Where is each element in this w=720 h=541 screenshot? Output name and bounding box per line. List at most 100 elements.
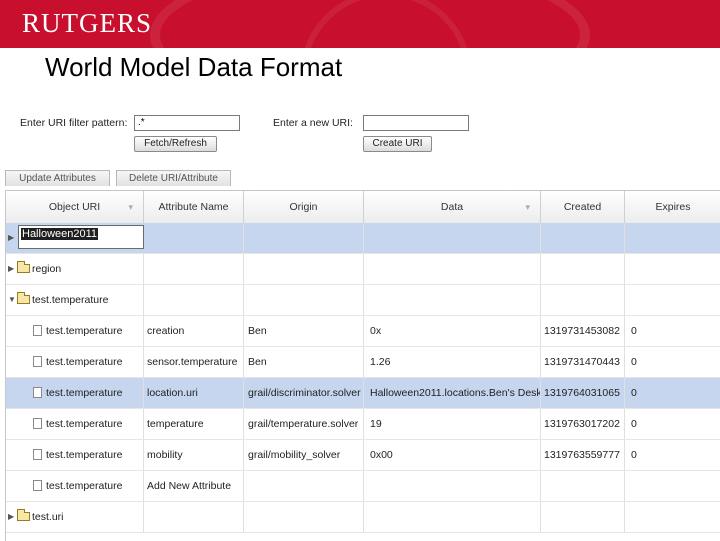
attribute-cell [144,223,244,253]
expires-cell: 0 [631,325,637,337]
attribute-cell: mobility [144,440,244,470]
column-header-origin[interactable]: Origin [244,191,364,223]
origin-cell: grail/discriminator.solver [244,378,364,408]
attribute-cell [144,254,244,284]
uri-edit-input[interactable]: Halloween2011 [18,225,144,249]
created-cell [541,502,625,532]
attribute-cell [144,285,244,315]
tab-bar: Update Attributes Delete URI/Attribute [0,168,720,188]
table-row[interactable]: test.temperature mobility grail/mobility… [6,440,720,471]
origin-cell [244,502,364,532]
origin-cell [244,254,364,284]
uri-cell: test.temperature [46,347,144,377]
attribute-cell: temperature [144,409,244,439]
uri-cell: test.temperature [46,378,144,408]
created-cell [541,223,625,253]
collapse-arrow-icon[interactable]: ▼ [8,285,16,315]
document-icon [33,449,42,460]
document-icon [33,387,42,398]
attribute-cell [144,502,244,532]
created-cell: 1319763559777 [541,440,625,470]
data-cell [364,502,541,532]
column-header-object-uri[interactable]: Object URI ▾ [6,191,144,223]
document-icon [33,418,42,429]
origin-cell [244,223,364,253]
created-cell [541,471,625,501]
expires-cell: 0 [631,387,637,399]
created-cell: 1319731470443 [541,347,625,377]
expand-arrow-icon[interactable]: ▶ [8,254,14,284]
table-row[interactable]: test.temperature temperature grail/tempe… [6,409,720,440]
uri-cell: test.temperature [46,440,144,470]
expand-arrow-icon[interactable]: ▶ [8,223,14,253]
data-cell: 0x [364,316,541,346]
column-header-data[interactable]: Data ▾ [364,191,541,223]
created-cell [541,285,625,315]
table-row[interactable]: test.temperature creation Ben 0x 1319731… [6,316,720,347]
expires-cell: 0 [631,418,637,430]
created-cell: 1319764031065 [541,378,625,408]
created-cell [541,254,625,284]
uri-cell: test.temperature [46,409,144,439]
new-uri-input[interactable] [363,115,469,131]
origin-cell: Ben [244,316,364,346]
expires-cell: 0 [631,356,637,368]
expand-arrow-icon[interactable]: ▶ [8,502,14,532]
sort-icon: ▾ [525,202,530,212]
table-row[interactable]: ▶ test.uri [6,502,720,533]
data-cell [364,285,541,315]
column-header-expires[interactable]: Expires [625,191,720,223]
origin-cell: Ben [244,347,364,377]
uri-attribute-table: Object URI ▾ Attribute Name Origin Data ▾ … [5,190,720,541]
slide-title: World Model Data Format [45,52,343,82]
table-row[interactable]: test.temperature sensor.temperature Ben … [6,347,720,378]
table-row[interactable]: test.temperature Add New Attribute [6,471,720,502]
new-uri-label: Enter a new URI: [273,117,353,129]
attribute-cell: location.uri [144,378,244,408]
tab-delete-uri-attribute[interactable]: Delete URI/Attribute [116,170,231,186]
table-row[interactable]: ▼ test.temperature [6,285,720,316]
folder-icon [17,509,30,521]
uri-cell: test.uri [32,502,144,532]
tab-update-attributes[interactable]: Update Attributes [5,170,110,186]
document-icon [33,356,42,367]
document-icon [33,480,42,491]
folder-open-icon [17,292,30,304]
column-header-attribute-name[interactable]: Attribute Name [144,191,244,223]
data-cell: Halloween2011.locations.Ben's Desk [364,378,541,408]
document-icon [33,325,42,336]
table-row[interactable]: test.temperature location.uri grail/disc… [6,378,720,409]
data-cell: 19 [364,409,541,439]
origin-cell [244,471,364,501]
origin-cell [244,285,364,315]
origin-cell: grail/temperature.solver [244,409,364,439]
uri-cell: region [32,254,144,284]
fetch-refresh-button[interactable]: Fetch/Refresh [134,136,217,152]
data-cell [364,254,541,284]
rutgers-logo: RUTGERS [22,8,153,38]
data-cell [364,471,541,501]
uri-cell: test.temperature [46,316,144,346]
table-row[interactable]: ▶ region [6,254,720,285]
created-cell: 1319731453082 [541,316,625,346]
data-cell [364,223,541,253]
uri-cell: test.temperature [46,471,144,501]
sort-icon: ▾ [128,202,133,212]
uri-cell: test.temperature [32,285,144,315]
uri-filter-label: Enter URI filter pattern: [20,117,128,129]
add-new-attribute-cell[interactable]: Add New Attribute [144,471,244,501]
table-header: Object URI ▾ Attribute Name Origin Data ▾ … [6,191,720,224]
origin-cell: grail/mobility_solver [244,440,364,470]
uri-filter-input[interactable] [134,115,240,131]
data-cell: 0x00 [364,440,541,470]
attribute-cell: creation [144,316,244,346]
column-header-created[interactable]: Created [541,191,625,223]
create-uri-button[interactable]: Create URI [363,136,432,152]
attribute-cell: sensor.temperature [144,347,244,377]
created-cell: 1319763017202 [541,409,625,439]
expires-cell: 0 [631,449,637,461]
header-banner: RUTGERS [0,0,720,48]
data-cell: 1.26 [364,347,541,377]
table-row[interactable]: ▶ Halloween2011 [6,223,720,254]
folder-icon [17,261,30,273]
